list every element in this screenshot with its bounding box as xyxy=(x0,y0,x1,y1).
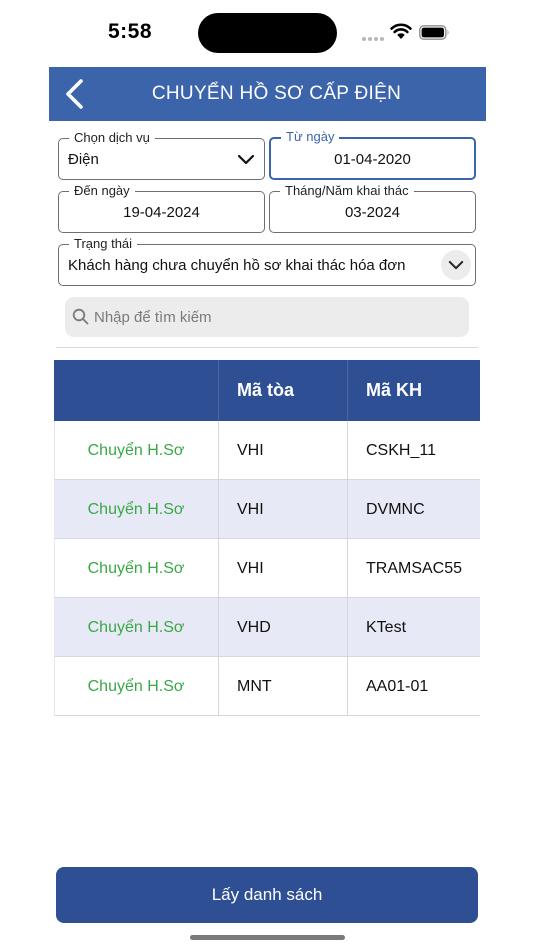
get-list-button[interactable]: Lấy danh sách xyxy=(56,867,478,923)
search-input[interactable] xyxy=(94,297,454,337)
column-divider xyxy=(218,360,219,421)
column-header-customer: Mã KH xyxy=(366,380,423,400)
status-bar: 5:58 xyxy=(0,0,534,64)
transfer-record-link[interactable]: Chuyển H.Sơ xyxy=(54,598,218,657)
cell-divider xyxy=(347,421,348,480)
transfer-record-link[interactable]: Chuyển H.Sơ xyxy=(54,539,218,598)
transfer-record-link[interactable]: Chuyển H.Sơ xyxy=(54,657,218,716)
table-border xyxy=(54,421,55,716)
table-row: Chuyển H.Sơ MNT AA01-01 xyxy=(54,657,480,716)
status-select-label: Trạng thái xyxy=(69,236,138,252)
customer-code-cell: AA01-01 xyxy=(366,678,429,695)
table-row: Chuyển H.Sơ VHI DVMNC xyxy=(54,480,480,539)
status-dropdown-toggle[interactable] xyxy=(441,250,471,280)
building-code-cell: VHI xyxy=(237,442,264,459)
search-icon xyxy=(72,308,89,325)
table-row: Chuyển H.Sơ VHI TRAMSAC55 xyxy=(54,539,480,598)
cellular-signal-icon xyxy=(362,37,384,41)
month-year-label: Tháng/Năm khai thác xyxy=(280,183,414,199)
records-table: Mã tòa Mã KH Chuyển H.Sơ VHI CSKH_11 Chu… xyxy=(54,360,480,716)
customer-code-cell: KTest xyxy=(366,619,407,636)
to-date-field[interactable]: Đến ngày 19-04-2024 xyxy=(58,183,265,233)
cell-divider xyxy=(347,539,348,598)
building-code-cell: VHI xyxy=(237,501,264,518)
customer-code-cell: CSKH_11 xyxy=(366,442,436,459)
service-select-value: Điện xyxy=(68,151,99,168)
cell-divider xyxy=(218,598,219,657)
status-select[interactable]: Trạng thái Khách hàng chưa chuyển hồ sơ … xyxy=(58,236,476,286)
battery-icon xyxy=(419,25,449,40)
column-header-building: Mã tòa xyxy=(237,380,295,400)
cell-divider xyxy=(218,539,219,598)
cell-divider xyxy=(347,657,348,716)
home-indicator[interactable] xyxy=(190,935,345,940)
month-year-field[interactable]: Tháng/Năm khai thác 03-2024 xyxy=(269,183,476,233)
status-select-value: Khách hàng chưa chuyển hồ sơ khai thác h… xyxy=(68,257,406,274)
cell-divider xyxy=(347,598,348,657)
building-code-cell: MNT xyxy=(237,678,272,695)
from-date-value: 01-04-2020 xyxy=(334,151,411,168)
app-header: CHUYỂN HỒ SƠ CẤP ĐIỆN xyxy=(49,67,486,121)
from-date-field[interactable]: Từ ngày 01-04-2020 xyxy=(269,129,476,180)
dynamic-island xyxy=(198,13,337,53)
cell-divider xyxy=(218,480,219,539)
divider xyxy=(56,347,478,348)
to-date-label: Đến ngày xyxy=(69,183,135,199)
to-date-value: 19-04-2024 xyxy=(123,204,200,221)
table-row: Chuyển H.Sơ VHI CSKH_11 xyxy=(54,421,480,480)
building-code-cell: VHI xyxy=(237,560,264,577)
cell-divider xyxy=(347,480,348,539)
transfer-record-link[interactable]: Chuyển H.Sơ xyxy=(54,480,218,539)
table-row: Chuyển H.Sơ VHD KTest xyxy=(54,598,480,657)
search-bar xyxy=(65,297,469,337)
wifi-icon xyxy=(390,23,412,39)
from-date-label: Từ ngày xyxy=(281,129,340,145)
transfer-record-link[interactable]: Chuyển H.Sơ xyxy=(54,421,218,480)
cell-divider xyxy=(218,657,219,716)
customer-code-cell: DVMNC xyxy=(366,501,425,518)
column-header-action xyxy=(54,360,218,421)
building-code-cell: VHD xyxy=(237,619,271,636)
customer-code-cell: TRAMSAC55 xyxy=(366,560,463,577)
status-time: 5:58 xyxy=(108,20,153,43)
cell-divider xyxy=(218,421,219,480)
service-select-label: Chọn dịch vụ xyxy=(69,130,155,146)
month-year-value: 03-2024 xyxy=(344,204,401,221)
chevron-down-icon xyxy=(237,154,255,165)
chevron-down-icon xyxy=(448,260,464,270)
page-title: CHUYỂN HỒ SƠ CẤP ĐIỆN xyxy=(151,83,402,104)
column-divider xyxy=(347,360,348,421)
table-header: Mã tòa Mã KH xyxy=(54,360,480,421)
service-select[interactable]: Chọn dịch vụ Điện xyxy=(58,130,265,180)
